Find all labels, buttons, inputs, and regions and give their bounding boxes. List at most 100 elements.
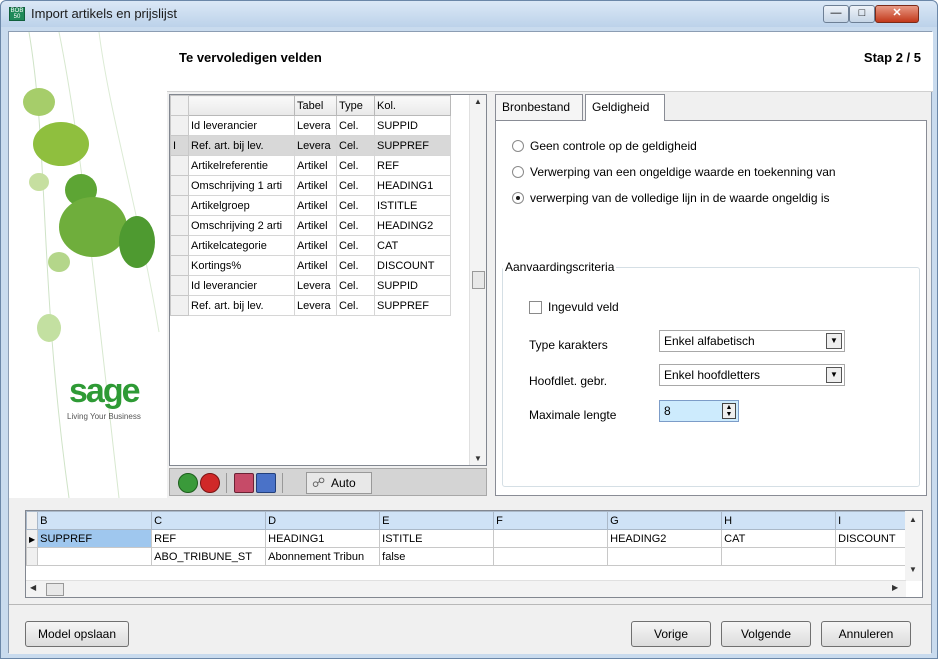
cell-col[interactable]: SUPPREF (374, 295, 451, 316)
cell[interactable]: CAT (721, 529, 837, 548)
previous-button[interactable]: Vorige (631, 621, 711, 647)
radio-reject-value[interactable]: Verwerping van een ongeldige waarde en t… (512, 163, 836, 181)
cell-col[interactable]: CAT (374, 235, 451, 256)
cell-name[interactable]: Id leverancier (188, 275, 295, 296)
cell-name[interactable]: Artikelcategorie (188, 235, 295, 256)
cell[interactable] (37, 547, 153, 566)
tab-geldigheid[interactable]: Geldigheid (585, 94, 665, 121)
cell-table[interactable]: Artikel (294, 255, 337, 276)
scroll-down-icon[interactable]: ▼ (474, 454, 482, 463)
scroll-left-icon[interactable]: ◀ (30, 583, 36, 592)
preview-grid[interactable]: BCDEFGHI ▶ SUPPREF REF HEADING1 ISTITLE HEADI… (25, 510, 923, 598)
preview-horizontal-scrollbar[interactable]: ◀ ▶ (26, 580, 906, 597)
cell-name[interactable]: Ref. art. bij lev. (188, 135, 295, 156)
maximize-button[interactable]: □ (849, 5, 875, 23)
cell[interactable]: false (379, 547, 495, 566)
cell-type[interactable]: Cel. (336, 135, 375, 156)
auto-button[interactable]: ☍ Auto (306, 472, 372, 494)
cell-col[interactable]: SUPPID (374, 115, 451, 136)
column-header[interactable]: D (265, 511, 381, 530)
column-header[interactable]: H (721, 511, 837, 530)
row-header[interactable] (170, 115, 189, 136)
table-row[interactable]: I Ref. art. bij lev. Levera Cel. SUPPREF (170, 135, 451, 156)
row-header[interactable]: I (170, 135, 189, 156)
cell-table[interactable]: Levera (294, 135, 337, 156)
row-header[interactable] (170, 155, 189, 176)
add-icon[interactable] (178, 473, 198, 493)
radio-no-check[interactable]: Geen controle op de geldigheid (512, 137, 697, 155)
cell-name[interactable]: Artikelreferentie (188, 155, 295, 176)
spin-updown-icon[interactable]: ▲ ▼ (722, 403, 736, 419)
cell-name[interactable]: Ref. art. bij lev. (188, 295, 295, 316)
cell-type[interactable]: Cel. (336, 255, 375, 276)
cell[interactable] (835, 547, 907, 566)
table-row[interactable]: Id leverancier Levera Cel. SUPPID (170, 275, 451, 296)
cell-col[interactable]: HEADING1 (374, 175, 451, 196)
cell[interactable]: ABO_TRIBUNE_ST (151, 547, 267, 566)
cell[interactable]: SUPPREF (37, 529, 153, 548)
filled-field-checkbox-row[interactable]: Ingevuld veld (529, 300, 619, 314)
save-model-button[interactable]: Model opslaan (25, 621, 129, 647)
cell-col[interactable]: ISTITLE (374, 195, 451, 216)
cell-name[interactable]: Id leverancier (188, 115, 295, 136)
radio-reject-line-dot[interactable] (512, 192, 524, 204)
cell-col[interactable]: REF (374, 155, 451, 176)
cell-col[interactable]: DISCOUNT (374, 255, 451, 276)
cell[interactable]: ISTITLE (379, 529, 495, 548)
column-header[interactable]: C (151, 511, 267, 530)
column-header[interactable]: E (379, 511, 495, 530)
cell[interactable]: Abonnement Tribun (265, 547, 381, 566)
cell-name[interactable]: Omschrijving 1 arti (188, 175, 295, 196)
column-header[interactable]: I (835, 511, 907, 530)
title-bar[interactable]: BOB 50 Import artikels en prijslijst — □… (1, 1, 937, 27)
radio-no-check-dot[interactable] (512, 140, 524, 152)
chevron-down-icon[interactable]: ▼ (826, 367, 842, 383)
preview-vertical-scrollbar[interactable]: ▲ ▼ (905, 511, 922, 581)
cell-col[interactable]: HEADING2 (374, 215, 451, 236)
cell[interactable]: DISCOUNT (835, 529, 907, 548)
scroll-thumb[interactable] (46, 583, 64, 596)
cell-table[interactable]: Levera (294, 275, 337, 296)
cell-type[interactable]: Cel. (336, 115, 375, 136)
cancel-button[interactable]: Annuleren (821, 621, 911, 647)
filled-field-checkbox[interactable] (529, 300, 542, 314)
cell-table[interactable]: Artikel (294, 175, 337, 196)
cell[interactable] (493, 529, 609, 548)
scroll-right-icon[interactable]: ▶ (892, 583, 898, 592)
cell-name[interactable]: Omschrijving 2 arti (188, 215, 295, 236)
row-header[interactable] (170, 235, 189, 256)
table-row[interactable]: Artikelcategorie Artikel Cel. CAT (170, 235, 451, 256)
row-header[interactable] (170, 275, 189, 296)
cell-table[interactable]: Levera (294, 295, 337, 316)
cell-table[interactable]: Artikel (294, 215, 337, 236)
radio-reject-line[interactable]: verwerping van de volledige lijn in de w… (512, 189, 830, 207)
remove-icon[interactable] (200, 473, 220, 493)
tab-bronbestand[interactable]: Bronbestand (495, 94, 583, 120)
row-header[interactable] (170, 195, 189, 216)
close-button[interactable]: ✕ (875, 5, 919, 23)
table-row[interactable]: ▶ SUPPREF REF HEADING1 ISTITLE HEADING2 CAT DIS… (25, 529, 907, 548)
row-header[interactable] (170, 255, 189, 276)
table-row[interactable]: Ref. art. bij lev. Levera Cel. SUPPREF (170, 295, 451, 316)
case-select[interactable]: Enkel hoofdletters ▼ (659, 364, 845, 386)
cell-table[interactable]: Artikel (294, 195, 337, 216)
fields-vertical-scrollbar[interactable]: ▲ ▼ (469, 95, 486, 465)
row-header[interactable] (170, 295, 189, 316)
cell-type[interactable]: Cel. (336, 235, 375, 256)
cell-type[interactable]: Cel. (336, 175, 375, 196)
column-header-tabel[interactable]: Tabel (294, 95, 337, 116)
cell[interactable]: REF (151, 529, 267, 548)
cell[interactable]: HEADING1 (265, 529, 381, 548)
cell-col[interactable]: SUPPID (374, 275, 451, 296)
cell-type[interactable]: Cel. (336, 155, 375, 176)
fields-grid[interactable]: Tabel Type Kol. Id leverancier Levera Cel.… (169, 94, 487, 466)
cell-type[interactable]: Cel. (336, 195, 375, 216)
row-header[interactable] (25, 547, 39, 566)
next-button[interactable]: Volgende (721, 621, 811, 647)
radio-reject-value-dot[interactable] (512, 166, 524, 178)
scroll-up-icon[interactable]: ▲ (909, 515, 917, 524)
row-header[interactable] (170, 175, 189, 196)
table-row[interactable]: Artikelgroep Artikel Cel. ISTITLE (170, 195, 451, 216)
table-row[interactable]: Omschrijving 1 arti Artikel Cel. HEADING1 (170, 175, 451, 196)
cell-table[interactable]: Artikel (294, 235, 337, 256)
